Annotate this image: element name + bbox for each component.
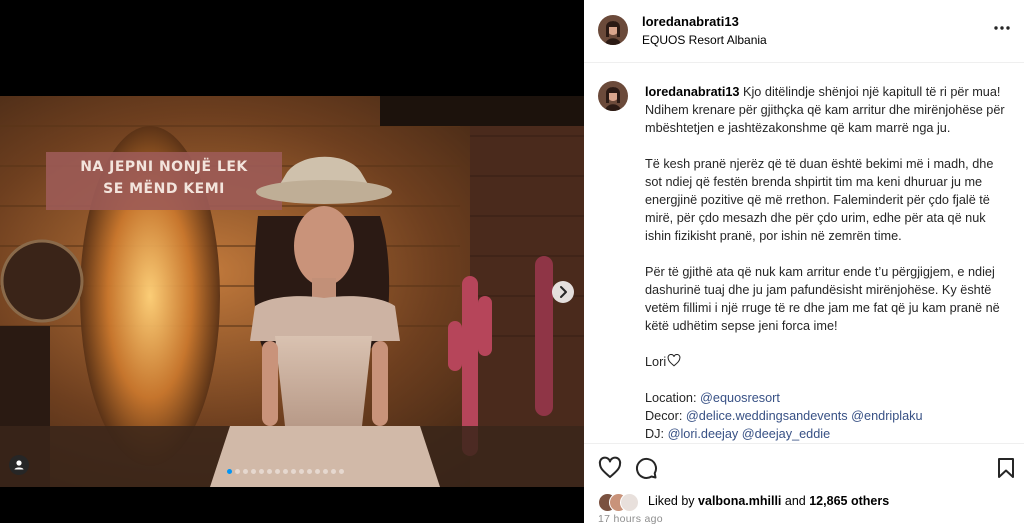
bookmark-icon [998, 458, 1014, 478]
credit-label: DJ: [645, 427, 665, 441]
post-header: loredanabrati13 EQUOS Resort Albania [584, 0, 1024, 63]
likes-others[interactable]: 12,865 others [809, 494, 889, 508]
carousel-dot [267, 469, 272, 474]
photo-sign-line1: NA JEPNI NONJË LEK [80, 159, 248, 175]
caption-paragraph-2: Të kesh pranë njerëz që të duan është be… [645, 157, 994, 243]
credit-label: Decor: [645, 409, 683, 423]
credit-line: Decor: @delice.weddingsandevents @endrip… [645, 407, 1005, 425]
caption-paragraph-3: Për të gjithë ata që nuk kam arritur end… [645, 265, 1000, 333]
carousel-dot [227, 469, 232, 474]
carousel-dot [307, 469, 312, 474]
user-icon [14, 460, 24, 470]
carousel-dot [331, 469, 336, 474]
carousel-dot [299, 469, 304, 474]
carousel-dot [251, 469, 256, 474]
likes-and: and [784, 494, 806, 508]
photo-illustration [0, 96, 584, 487]
comment-icon [635, 457, 657, 479]
save-button[interactable] [994, 456, 1018, 480]
like-button[interactable] [598, 456, 622, 480]
credit-links[interactable]: @delice.weddingsandevents @endriplaku [686, 409, 923, 423]
carousel-dot [291, 469, 296, 474]
caption-credits: Location: @equosresort Decor: @delice.wed… [645, 389, 1005, 442]
author-username[interactable]: loredanabrati13 [642, 14, 739, 29]
likes-first-user[interactable]: valbona.mhilli [698, 494, 781, 508]
carousel-next-button[interactable] [552, 281, 574, 303]
carousel-dot [283, 469, 288, 474]
caption-scroll-area[interactable]: loredanabrati13 Kjo ditëlindje shënjoi n… [584, 63, 1024, 442]
more-options-button[interactable] [992, 18, 1012, 38]
caption-author-avatar[interactable] [598, 81, 628, 111]
tagged-users-button[interactable] [9, 455, 29, 475]
caption-paragraph-1: loredanabrati13 Kjo ditëlindje shënjoi n… [645, 83, 1005, 137]
carousel-dot [315, 469, 320, 474]
avatar-image [598, 15, 628, 45]
carousel-dot [275, 469, 280, 474]
post-timestamp[interactable]: 17 hours ago [598, 513, 663, 525]
photo-sign-line2: SE MËND KEMI [103, 181, 225, 197]
post-photo[interactable]: NA JEPNI NONJË LEK SE MËND KEMI [0, 96, 584, 487]
post-location[interactable]: EQUOS Resort Albania [642, 33, 767, 47]
likes-prefix: Liked by [648, 494, 695, 508]
comment-button[interactable] [634, 456, 658, 480]
caption-signoff-text: Lori [645, 355, 667, 369]
post-actions-bar: Liked by valbona.mhilli and 12,865 other… [584, 443, 1024, 524]
heart-outline-icon [667, 353, 681, 367]
credit-line: DJ: @lori.deejay @deejay_eddie [645, 425, 1005, 442]
carousel-dot [243, 469, 248, 474]
likes-text: Liked by valbona.mhilli and 12,865 other… [648, 494, 889, 508]
caption-signoff: Lori [645, 353, 1005, 371]
avatar-image [598, 81, 628, 111]
caption-username[interactable]: loredanabrati13 [645, 85, 740, 99]
credit-label: Location: [645, 391, 697, 405]
credit-links[interactable]: @lori.deejay @deejay_eddie [668, 427, 831, 441]
caption-text: loredanabrati13 Kjo ditëlindje shënjoi n… [645, 83, 1005, 442]
heart-icon [598, 456, 622, 478]
likes-summary: Liked by valbona.mhilli and 12,865 other… [598, 491, 1018, 513]
credit-line: Location: @equosresort [645, 389, 1005, 407]
carousel-dot [339, 469, 344, 474]
more-horizontal-icon [994, 26, 1010, 30]
photo-sign: NA JEPNI NONJË LEK SE MËND KEMI [46, 156, 282, 200]
carousel-dot [259, 469, 264, 474]
carousel-dot [323, 469, 328, 474]
liker-avatar [620, 493, 639, 512]
carousel-dot [235, 469, 240, 474]
author-avatar[interactable] [598, 15, 628, 45]
credit-links[interactable]: @equosresort [700, 391, 780, 405]
media-panel: NA JEPNI NONJË LEK SE MËND KEMI [0, 0, 584, 523]
post-details-panel: loredanabrati13 EQUOS Resort Albania lor… [584, 0, 1024, 525]
chevron-right-icon [560, 286, 567, 298]
